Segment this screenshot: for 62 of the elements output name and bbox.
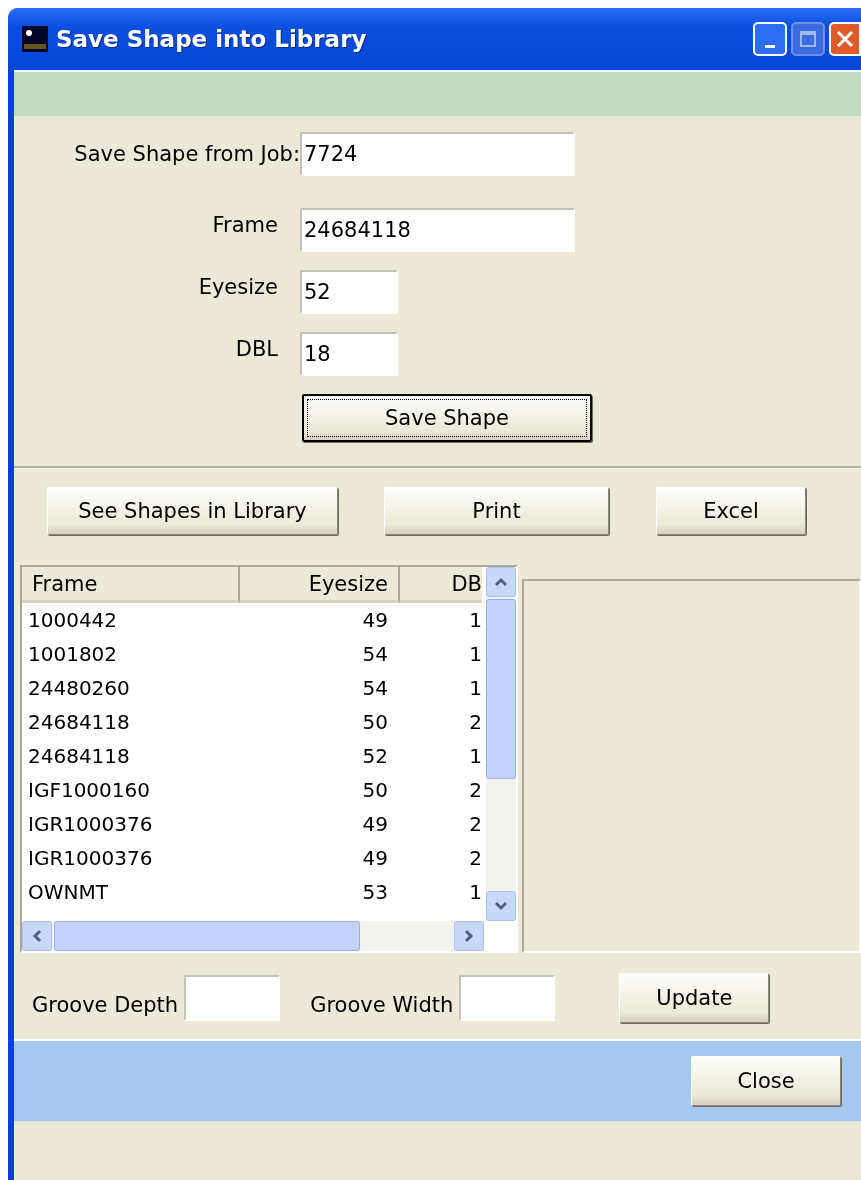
app-icon (22, 26, 48, 52)
scroll-up-icon[interactable] (493, 576, 509, 588)
table-cell-text: 24684118 (27, 709, 131, 736)
field-label: Groove Width (310, 993, 454, 1017)
table-cell-text: 24480260 (27, 675, 131, 702)
action-button[interactable]: Print (384, 487, 609, 535)
table-cell-text: 1000442 (27, 607, 119, 634)
table-cell-text: 54 (361, 641, 389, 668)
table-cell-text: 1 (468, 743, 482, 770)
column-header[interactable]: DB (400, 567, 482, 603)
maximize-icon (799, 30, 817, 48)
table-cell-text: 1001802 (27, 641, 119, 668)
scroll-left-icon[interactable] (31, 928, 43, 944)
table-cell-text: 1 (468, 675, 482, 702)
save-shape-button[interactable]: Save Shape (302, 394, 592, 442)
maximize-button[interactable] (791, 22, 825, 56)
table-cell-text: 2 (468, 709, 482, 736)
table-cell-text: 50 (361, 777, 389, 804)
input-field[interactable]: 24684118 (300, 208, 575, 252)
scroll-right-icon[interactable] (463, 928, 475, 944)
table-cell-text: IGR1000376 (27, 845, 154, 872)
table-cell-text: OWNMT (27, 879, 109, 906)
table-cell-text: 1 (468, 641, 482, 668)
scroll-down-icon[interactable] (493, 900, 509, 912)
input-field[interactable] (184, 975, 281, 1021)
minimize-icon (765, 44, 775, 48)
table-cell-text: IGF1000160 (27, 777, 151, 804)
vertical-scrollbar[interactable] (486, 567, 516, 921)
horizontal-scrollbar[interactable] (22, 921, 484, 951)
input-field[interactable]: 7724 (300, 132, 575, 176)
table-cell-text: 52 (361, 743, 389, 770)
table-cell-text: 50 (361, 709, 389, 736)
field-label: Save Shape from Job: (73, 142, 300, 166)
field-label: Eyesize (197, 275, 279, 299)
close-button[interactable] (829, 22, 861, 56)
input-field[interactable] (459, 975, 556, 1021)
table-cell-text: 2 (468, 811, 482, 838)
input-field[interactable]: 18 (300, 332, 398, 376)
close-dialog-button[interactable]: Close (691, 1056, 841, 1106)
window-title: Save Shape into Library (56, 26, 368, 52)
table-cell-text: 49 (361, 607, 389, 634)
action-button[interactable]: See Shapes in Library (47, 487, 338, 535)
field-label: Frame (211, 213, 279, 237)
input-field[interactable]: 52 (300, 270, 398, 314)
table-cell-text: 54 (361, 675, 389, 702)
table-cell-text: 53 (361, 879, 389, 906)
column-header[interactable]: Frame (22, 567, 240, 603)
table-cell-text: 24684118 (27, 743, 131, 770)
column-header[interactable]: Eyesize (240, 567, 400, 603)
field-label: DBL (234, 337, 279, 361)
table-cell-text: 49 (361, 845, 389, 872)
table-cell-text: IGR1000376 (27, 811, 154, 838)
minimize-button[interactable] (753, 22, 787, 56)
field-label: Groove Depth (32, 993, 179, 1017)
table-cell-text: 1 (468, 607, 482, 634)
update-button[interactable]: Update (619, 973, 770, 1023)
table-cell-text: 2 (468, 845, 482, 872)
table-cell-text: 2 (468, 777, 482, 804)
close-icon (835, 29, 855, 49)
action-button[interactable]: Excel (656, 487, 806, 535)
table-cell-text: 49 (361, 811, 389, 838)
table-cell-text: 1 (468, 879, 482, 906)
